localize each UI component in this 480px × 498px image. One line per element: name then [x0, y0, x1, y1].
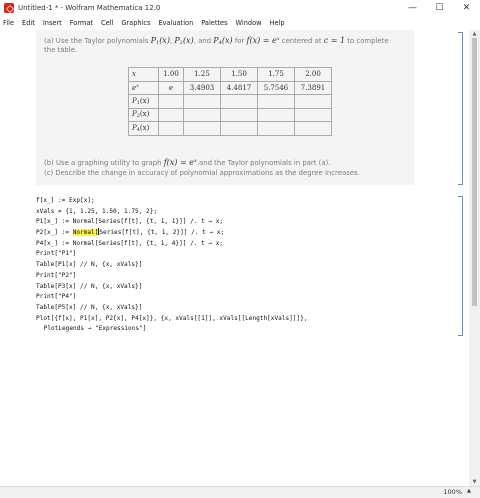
menu-palettes[interactable]: Palettes: [201, 19, 227, 27]
p2-symbol: P2(x): [174, 36, 194, 46]
table-cell-empty[interactable]: [158, 94, 184, 109]
table-cell-empty[interactable]: [220, 94, 258, 109]
table-header-x: x: [128, 67, 159, 82]
problem-part-c: (c) Describe the change in accuracy of p…: [44, 169, 360, 177]
table-cell: e: [158, 80, 184, 95]
table-cell: 1.00: [158, 67, 184, 82]
scroll-up-arrow-icon[interactable]: ▲: [469, 30, 480, 38]
menu-window[interactable]: Window: [236, 19, 262, 27]
table-cell-empty[interactable]: [158, 107, 184, 122]
window-title: Untitled-1 * - Wolfram Mathematica 12.0: [18, 4, 161, 12]
code-line[interactable]: xVals = {1, 1.25, 1.50, 1.75, 2};: [36, 207, 308, 218]
table-cell-empty[interactable]: [257, 107, 295, 122]
function-definition-b: f(x) = ex: [163, 158, 197, 167]
menu-graphics[interactable]: Graphics: [121, 19, 150, 27]
table-header-p2: P2(x): [128, 107, 159, 122]
code-line[interactable]: f[x_] := Exp[x];: [36, 196, 308, 207]
window-controls: — ☐ ✕: [399, 0, 480, 16]
table-cell-empty[interactable]: [220, 107, 258, 122]
menu-cell[interactable]: Cell: [101, 19, 113, 27]
table-cell-empty[interactable]: [294, 107, 332, 122]
problem-part-b: (b) Use a graphing utility to graph f(x)…: [44, 158, 331, 167]
code-line-active[interactable]: P2[x_] := Normal[Series[f[t], {t, 1, 2}]…: [36, 228, 308, 239]
table-cell: 1.75: [257, 67, 295, 82]
menu-bar: File Edit Insert Format Cell Graphics Ev…: [0, 16, 480, 29]
close-button[interactable]: ✕: [453, 0, 480, 16]
code-line[interactable]: Table[P1[x] // N, {x, xVals}]: [36, 260, 308, 271]
code-line[interactable]: P1[x_] := Normal[Series[f[t], {t, 1, 1}]…: [36, 217, 308, 228]
table-row-p4: P4(x): [128, 121, 332, 136]
table-row-ex: ex e 3.4903 4.4817 5.7546 7.3891: [128, 80, 332, 95]
problem-part-a-line2: the table.: [44, 46, 78, 54]
table-cell-empty[interactable]: [220, 121, 258, 136]
code-line[interactable]: Plot[{f[x], P1[x], P2[x], P4[x]}, {x, xV…: [36, 314, 308, 325]
code-line[interactable]: PlotLegends → "Expressions"]: [36, 324, 308, 335]
table-cell: 7.3891: [294, 80, 332, 95]
menu-insert[interactable]: Insert: [43, 19, 62, 27]
table-row-p2: P2(x): [128, 107, 332, 122]
menu-file[interactable]: File: [3, 19, 14, 27]
vertical-scrollbar[interactable]: ▲ ▼: [469, 30, 480, 486]
code-line[interactable]: Print["P2"]: [36, 271, 308, 282]
table-row-p1: P1(x): [128, 94, 332, 109]
part-a-intro: (a) Use the Taylor polynomials: [44, 37, 149, 45]
table-cell: 4.4817: [220, 80, 258, 95]
table-header-p1: P1(x): [128, 94, 159, 109]
highlighted-token: Normal[: [72, 229, 99, 237]
table-cell-empty[interactable]: [257, 94, 295, 109]
menu-format[interactable]: Format: [70, 19, 93, 27]
minimize-button[interactable]: —: [399, 0, 426, 16]
table-header-p4: P4(x): [128, 121, 159, 136]
table-cell-empty[interactable]: [158, 121, 184, 136]
p1-symbol: P1(x): [150, 36, 170, 46]
code-line[interactable]: Print["P1"]: [36, 249, 308, 260]
table-cell-empty[interactable]: [183, 107, 221, 122]
title-bar: Untitled-1 * - Wolfram Mathematica 12.0 …: [0, 0, 480, 16]
table-cell: 2.00: [294, 67, 332, 82]
menu-evaluation[interactable]: Evaluation: [158, 19, 193, 27]
status-bar: 100% ▲: [0, 486, 480, 498]
mathematica-app-icon[interactable]: [4, 3, 14, 13]
function-definition: f(x) = ex: [246, 36, 280, 45]
zoom-level[interactable]: 100%: [443, 488, 462, 496]
text-cell-bracket[interactable]: [458, 32, 463, 185]
scrollbar-thumb[interactable]: [472, 38, 477, 306]
table-cell-empty[interactable]: [257, 121, 295, 136]
table-cell: 1.50: [220, 67, 258, 82]
input-cell-bracket[interactable]: [458, 196, 463, 336]
table-cell: 3.4903: [183, 80, 221, 95]
maximize-button[interactable]: ☐: [426, 0, 453, 16]
code-line[interactable]: Table[P3[x] // N, {x, xVals}]: [36, 282, 308, 293]
zoom-menu-arrow-icon[interactable]: ▲: [467, 488, 471, 494]
menu-help[interactable]: Help: [270, 19, 285, 27]
table-cell-empty[interactable]: [183, 94, 221, 109]
table-row-x: x 1.00 1.25 1.50 1.75 2.00: [128, 67, 332, 82]
table-header-ex: ex: [128, 80, 159, 95]
code-line[interactable]: Table[P5[x] // N, {x, xVals}]: [36, 303, 308, 314]
table-cell-empty[interactable]: [183, 121, 221, 136]
table-cell: 1.25: [183, 67, 221, 82]
notebook-area[interactable]: (a) Use the Taylor polynomials P1(x), P2…: [0, 30, 469, 486]
p4-symbol: P4(x): [213, 36, 233, 46]
scroll-down-arrow-icon[interactable]: ▼: [469, 478, 480, 486]
table-cell-empty[interactable]: [294, 94, 332, 109]
code-line[interactable]: P4[x_] := Normal[Series[f[t], {t, 1, 4}]…: [36, 239, 308, 250]
code-line[interactable]: Print["P4"]: [36, 292, 308, 303]
table-cell: 5.7546: [257, 80, 295, 95]
table-cell-empty[interactable]: [294, 121, 332, 136]
problem-part-a-line1: (a) Use the Taylor polynomials P1(x), P2…: [44, 36, 389, 46]
taylor-table: x 1.00 1.25 1.50 1.75 2.00 ex e 3.4903 4…: [128, 67, 332, 136]
input-code-cell[interactable]: f[x_] := Exp[x]; xVals = {1, 1.25, 1.50,…: [36, 196, 308, 335]
menu-edit[interactable]: Edit: [22, 19, 35, 27]
center-value: c = 1: [323, 36, 346, 45]
